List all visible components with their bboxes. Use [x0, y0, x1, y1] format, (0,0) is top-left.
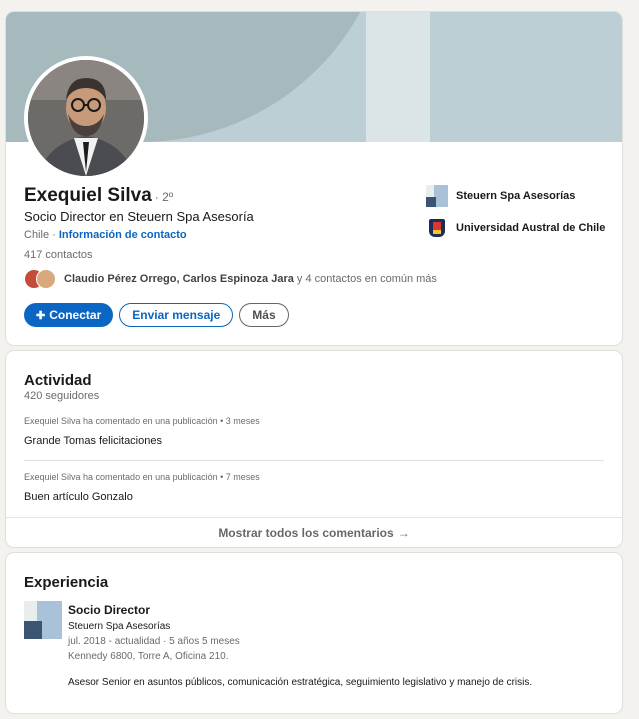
mutual-connections[interactable]: Claudio Pérez Orrego, Carlos Espinoza Ja… — [24, 269, 437, 289]
org-name: Steuern Spa Asesorías — [456, 190, 576, 202]
experience-role: Socio Director — [68, 603, 151, 617]
activity-title: Actividad — [24, 372, 92, 389]
profile-name: Exequiel Silva — [24, 185, 152, 206]
experience-description: Asesor Senior en asuntos públicos, comun… — [68, 677, 533, 688]
post-meta: Exequiel Silva ha comentado en una publi… — [24, 416, 260, 426]
mutual-avatars — [24, 269, 58, 289]
post-meta: Exequiel Silva ha comentado en una publi… — [24, 472, 260, 482]
show-all-comments-button[interactable]: Mostrar todos los comentarios → — [6, 517, 622, 547]
experience-title: Experiencia — [24, 574, 109, 591]
cover-band — [366, 12, 430, 142]
connect-button[interactable]: ✚ Conectar — [24, 303, 114, 327]
mutual-avatar-2 — [36, 269, 56, 289]
more-label: Más — [252, 308, 276, 322]
connect-label: Conectar — [49, 308, 102, 322]
experience-dates: jul. 2018 - actualidad · 5 años 5 meses — [68, 636, 240, 647]
connections-count[interactable]: 417 contactos — [24, 249, 93, 261]
more-button[interactable]: Más — [239, 303, 289, 327]
name-row: Exequiel Silva · 2º — [24, 185, 173, 207]
profile-photo-image — [28, 60, 144, 176]
org-current-company[interactable]: Steuern Spa Asesorías — [426, 185, 605, 207]
arrow-right-icon: → — [397, 525, 410, 540]
page-edge — [628, 0, 639, 719]
mutual-rest: y 4 contactos en común más — [293, 273, 437, 285]
experience-location: Kennedy 6800, Torre A, Oficina 210. — [68, 651, 229, 662]
org-education[interactable]: Universidad Austral de Chile — [426, 217, 605, 239]
profile-top-card: Exequiel Silva · 2º Socio Director en St… — [6, 12, 622, 345]
org-name: Universidad Austral de Chile — [456, 222, 606, 234]
profile-photo[interactable] — [24, 56, 148, 180]
experience-company[interactable]: Steuern Spa Asesorías — [68, 621, 170, 632]
post-text[interactable]: Grande Tomas felicitaciones — [24, 435, 162, 447]
followers-count: 420 seguidores — [24, 390, 100, 402]
profile-headline: Socio Director en Steuern Spa Asesoría — [24, 209, 254, 224]
post-text[interactable]: Buen artículo Gonzalo — [24, 491, 133, 503]
message-label: Enviar mensaje — [132, 308, 221, 322]
divider — [24, 460, 604, 461]
experience-card: Experiencia Socio Director Steuern Spa A… — [6, 553, 622, 713]
location-row: Chile · Información de contacto — [24, 229, 187, 241]
mutual-names: Claudio Pérez Orrego, Carlos Espinoza Ja… — [64, 273, 294, 285]
profile-actions: ✚ Conectar Enviar mensaje Más — [24, 303, 289, 327]
university-logo-icon — [426, 217, 448, 239]
company-logo-icon — [426, 185, 448, 207]
add-person-icon: ✚ — [36, 309, 46, 322]
activity-card: Actividad 420 seguidores Exequiel Silva … — [6, 351, 622, 547]
contact-info-link[interactable]: Información de contacto — [59, 229, 187, 241]
message-button[interactable]: Enviar mensaje — [119, 303, 234, 327]
profile-location: Chile · — [24, 229, 56, 241]
connection-degree: · 2º — [154, 190, 174, 204]
company-logo-icon[interactable] — [24, 601, 62, 639]
profile-organizations: Steuern Spa Asesorías Universidad Austra… — [426, 185, 605, 249]
show-all-label: Mostrar todos los comentarios — [218, 525, 394, 540]
